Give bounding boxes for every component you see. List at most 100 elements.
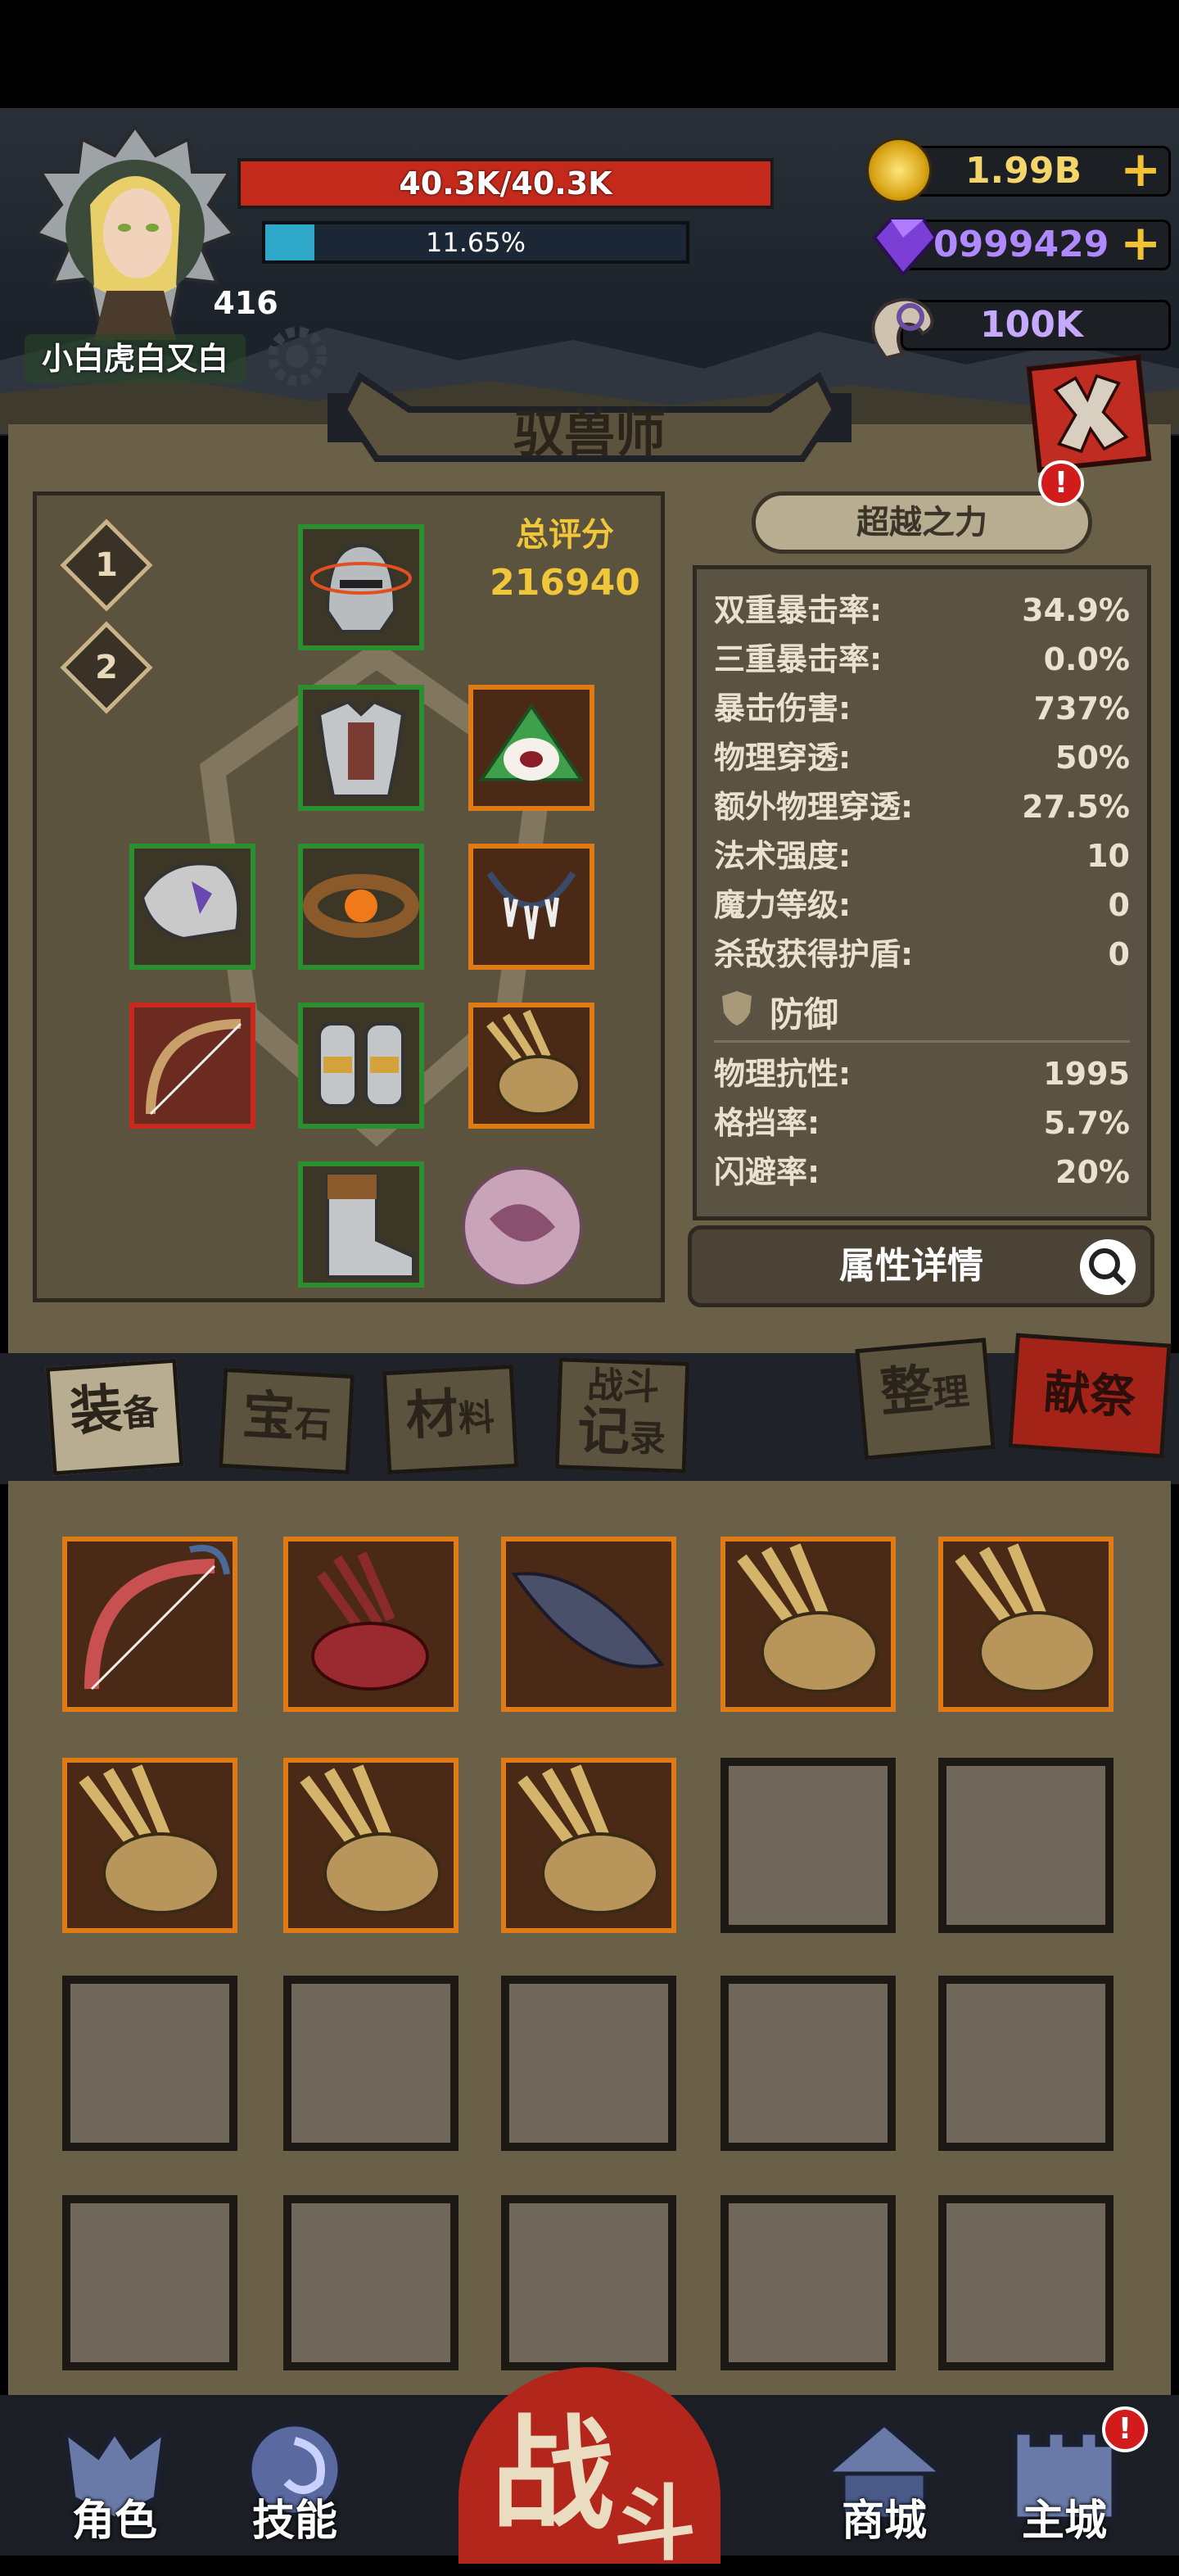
belt-icon <box>303 874 419 938</box>
sort-button[interactable]: 整理 <box>855 1338 996 1460</box>
golden-quiver-icon <box>955 1543 1096 1693</box>
inventory-item[interactable] <box>62 1537 237 1712</box>
defense-section-title: 防御 <box>770 994 839 1034</box>
stat-value: 20% <box>1055 1154 1130 1190</box>
tab-equipment-label-big: 装 <box>67 1379 124 1443</box>
golden-quiver-icon <box>79 1764 220 1914</box>
tab-materials[interactable]: 材料 <box>382 1364 519 1475</box>
purple-gem-icon <box>872 218 938 278</box>
nav-shop[interactable]: 商城 <box>819 2416 950 2556</box>
helmet-slot[interactable] <box>298 524 424 650</box>
empty-slot[interactable] <box>283 2195 458 2370</box>
stat-label: 物理穿透: <box>714 740 852 776</box>
stat-value: 10 <box>1086 838 1130 874</box>
red-bow-icon <box>84 1545 230 1691</box>
stat-label: 格挡率: <box>714 1105 820 1141</box>
empty-slot[interactable] <box>938 1976 1114 2151</box>
inventory-item[interactable] <box>283 1537 458 1712</box>
stat-value: 5.7% <box>1043 1105 1130 1141</box>
food-slot[interactable] <box>468 685 594 811</box>
horn-amount: 100K <box>980 304 1083 346</box>
empty-slot[interactable] <box>283 1976 458 2151</box>
sacrifice-button[interactable]: 献祭 <box>1008 1333 1172 1459</box>
empty-slot[interactable] <box>62 1976 237 2151</box>
empty-slot[interactable] <box>720 2195 896 2370</box>
close-button[interactable] <box>1026 355 1152 473</box>
add-gold-button[interactable]: + <box>1120 141 1161 198</box>
stat-label: 闪避率: <box>714 1154 820 1190</box>
attribute-details-button[interactable]: 属性详情 <box>688 1225 1154 1307</box>
transcend-power-button[interactable]: 超越之力 <box>752 491 1092 554</box>
tab-gems-label-small: 石 <box>293 1402 332 1446</box>
pink-orb-icon <box>462 1166 583 1288</box>
stat-row: 双重暴击率: 34.9% <box>714 586 1130 634</box>
empty-slot[interactable] <box>720 1976 896 2151</box>
belt-slot[interactable] <box>298 844 424 970</box>
inventory-item[interactable] <box>283 1758 458 1933</box>
nav-skills[interactable]: 技能 <box>229 2416 360 2556</box>
empty-slot[interactable] <box>720 1758 896 1933</box>
orb-slot[interactable] <box>449 1153 596 1301</box>
empty-slot[interactable] <box>938 2195 1114 2370</box>
shield-icon <box>722 991 752 1025</box>
weapon-slot[interactable] <box>129 1003 255 1129</box>
armor-slot[interactable] <box>298 685 424 811</box>
stat-value: 34.9% <box>1022 592 1130 628</box>
golden-quiver-icon <box>300 1764 441 1914</box>
tab-battle-log[interactable]: 战斗 记录 <box>554 1357 690 1474</box>
gloves-slot[interactable] <box>298 1003 424 1129</box>
stat-value: 0 <box>1108 936 1130 972</box>
boots-icon <box>326 1173 415 1279</box>
defense-stat-row: 闪避率: 20% <box>714 1148 1130 1196</box>
hp-text: 40.3K/40.3K <box>399 165 612 201</box>
ram-skull-icon <box>871 297 934 360</box>
add-gems-button[interactable]: + <box>1120 215 1161 272</box>
quiver-slot[interactable] <box>468 1003 594 1129</box>
loadout-2-label: 2 <box>95 649 118 686</box>
rice-dumpling-icon <box>478 703 585 781</box>
dark-feather-icon <box>511 1572 665 1668</box>
stat-label: 双重暴击率: <box>714 592 883 628</box>
stat-label: 物理抗性: <box>714 1056 852 1092</box>
stat-value: 0.0% <box>1043 641 1130 677</box>
nav-character[interactable]: 角色 <box>49 2416 180 2556</box>
magnifier-icon <box>1080 1239 1136 1295</box>
gauntlets-icon <box>318 1022 404 1107</box>
nav-skills-label: 技能 <box>251 2497 337 2546</box>
gold-coin-icon <box>866 138 932 203</box>
claw-necklace-icon <box>486 871 576 939</box>
shoulder-slot[interactable] <box>129 844 255 970</box>
close-icon <box>1053 373 1129 454</box>
tab-battle-log-label-big: 记 <box>576 1401 631 1464</box>
stat-value: 737% <box>1033 690 1130 727</box>
tab-gems[interactable]: 宝石 <box>218 1367 355 1475</box>
tab-equipment[interactable]: 装备 <box>45 1358 184 1476</box>
score-label: 总评分 <box>516 516 614 554</box>
inventory-item[interactable] <box>501 1537 676 1712</box>
necklace-slot[interactable] <box>468 844 594 970</box>
xp-text: 11.65% <box>425 227 526 258</box>
gem-amount: 0999429 <box>933 224 1109 265</box>
empty-slot[interactable] <box>938 1758 1114 1933</box>
defense-stat-row: 物理抗性: 1995 <box>714 1050 1130 1098</box>
stat-row: 魔力等级: 0 <box>714 881 1130 929</box>
boots-slot[interactable] <box>298 1161 424 1288</box>
score-value: 216940 <box>490 562 640 604</box>
inventory-item[interactable] <box>62 1758 237 1933</box>
inventory-item[interactable] <box>501 1758 676 1933</box>
empty-slot[interactable] <box>501 1976 676 2151</box>
stat-label: 三重暴击率: <box>714 641 883 677</box>
inventory-item[interactable] <box>938 1537 1114 1712</box>
stat-row: 法术强度: 10 <box>714 832 1130 880</box>
stat-row: 额外物理穿透: 27.5% <box>714 783 1130 831</box>
golden-quiver-icon <box>737 1543 879 1693</box>
tab-gems-label-big: 宝 <box>241 1385 297 1449</box>
inventory-item[interactable] <box>720 1537 896 1712</box>
empty-slot[interactable] <box>501 2195 676 2370</box>
player-name: 小白虎白又白 <box>25 334 246 383</box>
empty-slot[interactable] <box>62 2195 237 2370</box>
stat-label: 杀敌获得护盾: <box>714 936 914 972</box>
stat-label: 魔力等级: <box>714 887 852 923</box>
tab-materials-label-big: 材 <box>404 1383 460 1447</box>
status-bar <box>0 0 1179 108</box>
